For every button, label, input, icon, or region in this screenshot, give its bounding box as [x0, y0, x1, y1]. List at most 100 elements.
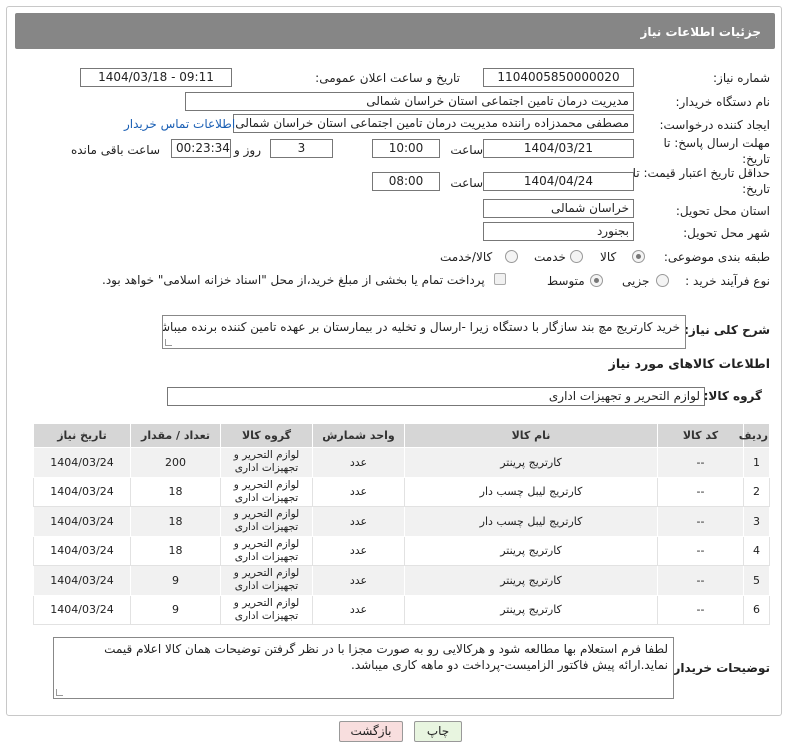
page-title: جزئیات اطلاعات نیاز: [640, 25, 761, 39]
cell-unit: عدد: [312, 447, 405, 478]
table-row: 5 -- کارتریج پرینتر عدد لوازم التحریر و …: [33, 565, 770, 596]
category-option-goods-service: کالا/خدمت: [440, 250, 493, 264]
cell-group: لوازم التحریر و تجهیزات اداری: [220, 565, 313, 596]
cell-code: --: [657, 535, 744, 566]
panel-header: جزئیات اطلاعات نیاز: [15, 13, 775, 49]
description-text: خرید کارتریج مچ بند سازگار با دستگاه زیر…: [162, 320, 680, 334]
cell-unit: عدد: [312, 594, 405, 625]
back-button[interactable]: بازگشت: [339, 721, 403, 742]
cell-quantity: 18: [130, 535, 221, 566]
table-row: 6 -- کارتریج پرینتر عدد لوازم التحریر و …: [33, 594, 770, 625]
description-label: شرح کلی نیاز:: [684, 323, 770, 337]
col-header-date: تاریخ نیاز: [33, 423, 131, 448]
price-validity-date-field: 1404/04/24: [483, 172, 634, 191]
cell-unit: عدد: [312, 565, 405, 596]
cell-unit: عدد: [312, 535, 405, 566]
delivery-city-label: شهر محل تحویل:: [683, 226, 770, 240]
cell-row-number: 4: [743, 535, 770, 566]
cell-group: لوازم التحریر و تجهیزات اداری: [220, 594, 313, 625]
days-field: 3: [270, 139, 333, 158]
cell-row-number: 5: [743, 565, 770, 596]
requester-field: مصطفی محمدزاده راننده مدیریت درمان تامین…: [233, 114, 634, 133]
category-option-service: خدمت: [534, 250, 566, 264]
col-header-quantity: تعداد / مقدار: [130, 423, 221, 448]
col-header-name: نام کالا: [404, 423, 658, 448]
price-validity-label: حداقل تاریخ اعتبار قیمت: تا تاریخ:: [632, 166, 770, 196]
category-radio-goods-service[interactable]: [505, 250, 518, 263]
table-row: 2 -- کارتریج لیبل چسب دار عدد لوازم التح…: [33, 476, 770, 507]
days-label: روز و: [234, 143, 261, 157]
cell-unit: عدد: [312, 476, 405, 507]
cell-date: 1404/03/24: [33, 447, 131, 478]
cell-quantity: 9: [130, 594, 221, 625]
resize-grip-icon[interactable]: [56, 689, 63, 696]
need-number-field: 1104005850000020: [483, 68, 634, 87]
goods-table: ردیف کد کالا نام کالا واحد شمارش گروه کا…: [33, 423, 770, 625]
cell-row-number: 1: [743, 447, 770, 478]
cell-date: 1404/03/24: [33, 594, 131, 625]
description-textarea[interactable]: خرید کارتریج مچ بند سازگار با دستگاه زیر…: [162, 315, 686, 349]
delivery-city-field: بجنورد: [483, 222, 634, 241]
buyer-notes-textarea[interactable]: لطفا فرم استعلام بها مطالعه شود و هرکالا…: [53, 637, 674, 699]
price-validity-time-label: ساعت: [450, 176, 483, 190]
payment-note: پرداخت تمام یا بخشی از مبلغ خرید،از محل …: [102, 273, 485, 287]
delivery-province-field: خراسان شمالی: [483, 199, 634, 218]
category-radio-goods[interactable]: [632, 250, 645, 263]
remaining-label: ساعت باقی مانده: [70, 143, 160, 157]
goods-section-title: اطلاعات کالاهای مورد نیاز: [608, 356, 770, 371]
cell-name: کارتریج پرینتر: [404, 447, 658, 478]
col-header-row-number: ردیف: [739, 423, 770, 448]
print-button[interactable]: چاپ: [414, 721, 462, 742]
cell-date: 1404/03/24: [33, 506, 131, 537]
resize-grip-icon[interactable]: [165, 339, 172, 346]
cell-date: 1404/03/24: [33, 565, 131, 596]
cell-date: 1404/03/24: [33, 476, 131, 507]
cell-group: لوازم التحریر و تجهیزات اداری: [220, 447, 313, 478]
goods-group-field: لوازم التحریر و تجهیزات اداری: [167, 387, 705, 406]
cell-code: --: [657, 594, 744, 625]
col-header-unit: واحد شمارش: [312, 423, 405, 448]
cell-group: لوازم التحریر و تجهیزات اداری: [220, 535, 313, 566]
cell-group: لوازم التحریر و تجهیزات اداری: [220, 506, 313, 537]
cell-row-number: 6: [743, 594, 770, 625]
delivery-province-label: استان محل تحویل:: [675, 204, 770, 218]
cell-row-number: 3: [743, 506, 770, 537]
col-header-group: گروه کالا: [220, 423, 313, 448]
treasury-payment-checkbox[interactable]: [494, 273, 506, 285]
buyer-notes-text: لطفا فرم استعلام بها مطالعه شود و هرکالا…: [104, 642, 668, 672]
cell-unit: عدد: [312, 506, 405, 537]
announce-field: 1404/03/18 - 09:11: [80, 68, 232, 87]
remaining-time-field: 00:23:34: [171, 139, 231, 158]
table-header-row: ردیف کد کالا نام کالا واحد شمارش گروه کا…: [33, 423, 770, 448]
cell-quantity: 200: [130, 447, 221, 478]
table-row: 1 -- کارتریج پرینتر عدد لوازم التحریر و …: [33, 447, 770, 478]
goods-group-label: گروه کالا:: [703, 389, 762, 403]
process-radio-minor[interactable]: [656, 274, 669, 287]
table-row: 4 -- کارتریج پرینتر عدد لوازم التحریر و …: [33, 535, 770, 566]
cell-code: --: [657, 565, 744, 596]
cell-row-number: 2: [743, 476, 770, 507]
buyer-contact-link[interactable]: اطلاعات تماس خریدار: [124, 117, 235, 131]
deadline-date-field: 1404/03/21: [483, 139, 634, 158]
announce-label: تاریخ و ساعت اعلان عمومی:: [315, 71, 460, 85]
cell-date: 1404/03/24: [33, 535, 131, 566]
cell-code: --: [657, 476, 744, 507]
cell-name: کارتریج پرینتر: [404, 594, 658, 625]
process-radio-medium[interactable]: [590, 274, 603, 287]
col-header-code: کد کالا: [657, 423, 744, 448]
buyer-field: مدیریت درمان تامین اجتماعی استان خراسان …: [185, 92, 634, 111]
category-radio-service[interactable]: [570, 250, 583, 263]
cell-name: کارتریج پرینتر: [404, 535, 658, 566]
cell-code: --: [657, 506, 744, 537]
process-option-minor: جزیی: [622, 274, 650, 288]
category-option-goods: کالا: [600, 250, 617, 264]
deadline-label: مهلت ارسال پاسخ: تا تاریخ:: [663, 136, 770, 166]
process-option-medium: متوسط: [547, 274, 585, 288]
cell-quantity: 9: [130, 565, 221, 596]
cell-name: کارتریج پرینتر: [404, 565, 658, 596]
need-number-label: شماره نیاز:: [713, 71, 770, 85]
cell-name: کارتریج لیبل چسب دار: [404, 506, 658, 537]
process-label: نوع فرآیند خرید :: [685, 274, 770, 288]
cell-group: لوازم التحریر و تجهیزات اداری: [220, 476, 313, 507]
requester-label: ایجاد کننده درخواست:: [659, 118, 770, 132]
